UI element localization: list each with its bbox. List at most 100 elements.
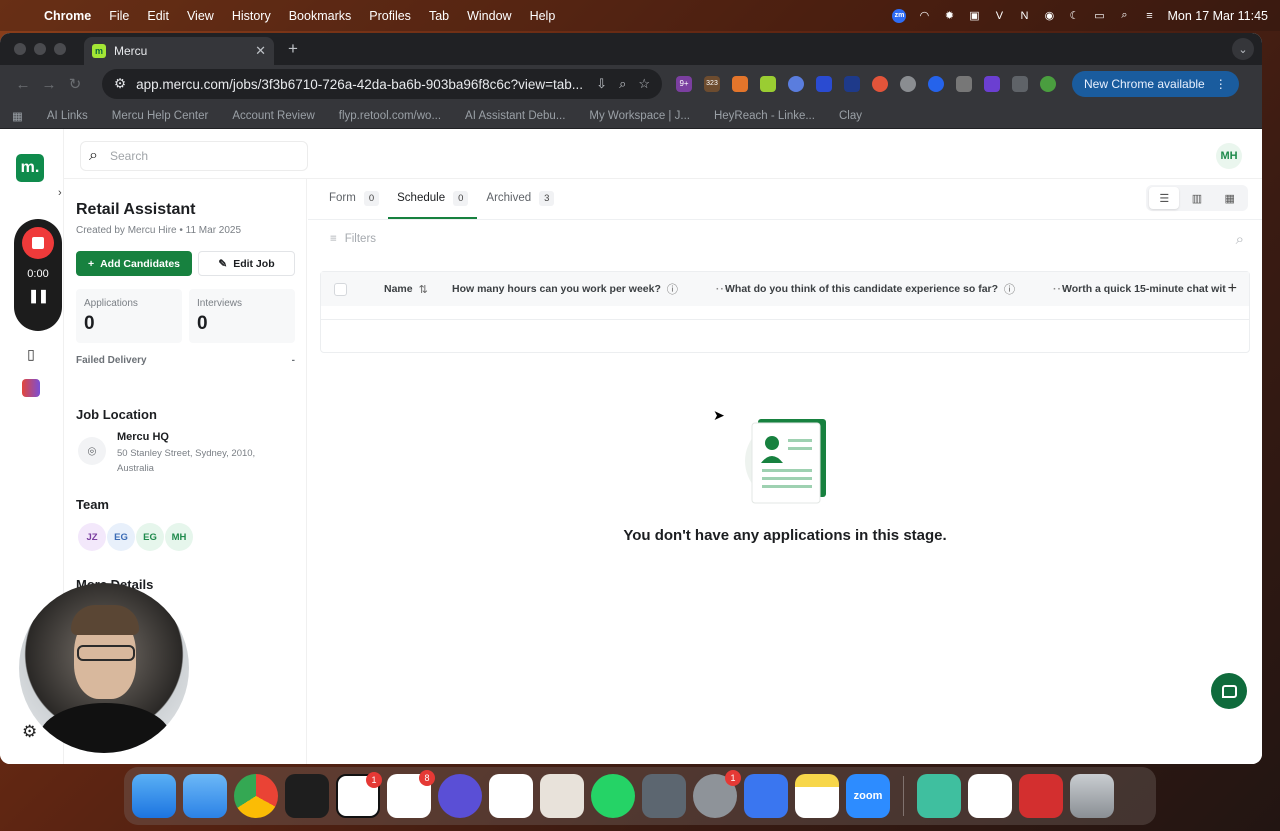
tab-search-button[interactable]: ⌄ [1232, 38, 1254, 60]
arc-status-icon[interactable]: ◠ [917, 9, 931, 23]
tab-schedule[interactable]: Schedule 0 [388, 179, 478, 219]
system-settings-icon[interactable]: 1 [693, 770, 741, 818]
bookmark-star-icon[interactable]: ☆ [638, 76, 650, 92]
url-text[interactable]: app.mercu.com/jobs/3f3b6710-726a-42da-ba… [136, 77, 584, 92]
site-info-icon[interactable]: ⚙ [114, 76, 126, 92]
extension-icon[interactable] [760, 76, 776, 92]
bookmark-item[interactable]: Clay [839, 110, 862, 122]
pause-recording-icon[interactable]: ❚❚ [28, 288, 49, 304]
profile-avatar[interactable] [1040, 76, 1056, 92]
screen-studio-icon[interactable] [642, 774, 686, 818]
extension-icon[interactable] [928, 76, 944, 92]
browser-tab[interactable]: m Mercu ✕ [84, 37, 274, 65]
menu-view[interactable]: View [187, 9, 214, 23]
reload-button[interactable]: ↻ [62, 75, 88, 93]
battery-icon[interactable]: ▭ [1092, 9, 1106, 23]
extension-icon[interactable] [956, 76, 972, 92]
info-icon[interactable]: ⓘ [1004, 281, 1015, 297]
col-experience-header[interactable]: What do you think of this candidate expe… [725, 281, 1066, 297]
app-integration-icon[interactable] [22, 379, 40, 397]
vscode-icon[interactable] [489, 774, 533, 818]
whatsapp-icon[interactable] [591, 774, 635, 818]
bookmark-item[interactable]: Account Review [232, 110, 314, 122]
col-chat-header[interactable]: Worth a quick 15-minute chat witl [1062, 283, 1226, 295]
install-app-icon[interactable]: ⇩ [596, 76, 607, 92]
board-view-icon[interactable]: ▥ [1182, 187, 1212, 209]
extension-icon[interactable] [788, 76, 804, 92]
minimize-window-button[interactable] [34, 43, 46, 55]
add-candidates-button[interactable]: + Add Candidates [76, 251, 192, 276]
finder-icon[interactable] [132, 774, 176, 818]
add-column-icon[interactable]: + [1228, 280, 1237, 298]
mercu-logo[interactable]: m. [16, 154, 44, 182]
global-search[interactable]: ⌕ Search [80, 141, 308, 171]
bookmark-item[interactable]: flyp.retool.com/wo... [339, 110, 441, 122]
menubar-clock[interactable]: Mon 17 Mar 11:45 [1167, 9, 1268, 23]
extension-icon[interactable] [844, 76, 860, 92]
list-view-icon[interactable]: ☰ [1149, 187, 1180, 209]
forward-button[interactable]: → [36, 76, 62, 93]
tab-form[interactable]: Form 0 [320, 179, 388, 219]
bookmark-item[interactable]: Mercu Help Center [112, 110, 209, 122]
close-window-button[interactable] [14, 43, 26, 55]
menu-history[interactable]: History [232, 9, 271, 23]
puzzle-extensions-icon[interactable] [1012, 76, 1028, 92]
menu-chrome[interactable]: Chrome [44, 9, 91, 23]
info-icon[interactable]: ⓘ [667, 281, 678, 297]
figma-icon[interactable] [285, 774, 329, 818]
trash-icon[interactable] [1070, 774, 1114, 818]
brightness-icon[interactable]: ✹ [942, 9, 956, 23]
select-all-checkbox[interactable] [334, 282, 347, 296]
notes-icon[interactable] [795, 774, 839, 818]
edit-job-button[interactable]: ✎ Edit Job [198, 251, 295, 276]
acrobat-icon[interactable] [1019, 774, 1063, 818]
bookmark-item[interactable]: AI Links [47, 110, 88, 122]
notion-status-icon[interactable]: N [1017, 9, 1031, 23]
new-chrome-available-button[interactable]: New Chrome available ⋮ [1072, 71, 1239, 97]
signal-icon[interactable] [744, 774, 788, 818]
bookmark-item[interactable]: HeyReach - Linke... [714, 110, 815, 122]
moon-icon[interactable]: ☾ [1067, 9, 1081, 23]
bookmark-item[interactable]: AI Assistant Debu... [465, 110, 565, 122]
vectorize-status-icon[interactable]: V [992, 9, 1006, 23]
zoom-app-icon[interactable]: zoom [846, 774, 890, 818]
calendar-view-icon[interactable]: ▦ [1215, 187, 1245, 209]
address-bar[interactable]: ⚙ app.mercu.com/jobs/3f3b6710-726a-42da-… [102, 69, 662, 99]
menu-help[interactable]: Help [530, 9, 556, 23]
col-name-header[interactable]: Name ⇅ [384, 283, 452, 296]
slack-icon[interactable]: 8 [387, 770, 435, 818]
mail-icon[interactable] [183, 774, 227, 818]
menu-profiles[interactable]: Profiles [369, 9, 411, 23]
recorder-settings-icon[interactable]: ⚙ [22, 722, 37, 742]
menu-tab[interactable]: Tab [429, 9, 449, 23]
support-chat-button[interactable] [1211, 673, 1247, 709]
menu-bookmarks[interactable]: Bookmarks [289, 9, 352, 23]
extension-icon[interactable] [900, 76, 916, 92]
table-search-icon[interactable]: ⌕ [1236, 231, 1244, 248]
zoom-window-button[interactable] [54, 43, 66, 55]
menu-window[interactable]: Window [467, 9, 511, 23]
back-button[interactable]: ← [10, 76, 36, 93]
control-center-icon[interactable]: ≡ [1142, 9, 1156, 23]
altair-icon[interactable] [968, 774, 1012, 818]
close-tab-icon[interactable]: ✕ [255, 43, 266, 59]
col-hours-header[interactable]: How many hours can you work per week? ⓘ … [452, 281, 728, 297]
apps-grid-icon[interactable]: ▦ [12, 109, 23, 123]
chrome-icon[interactable] [234, 774, 278, 818]
zoom-icon[interactable]: ⌕ [619, 76, 626, 92]
extension-icon[interactable]: 323 [704, 76, 720, 92]
webcam-overlay[interactable] [19, 583, 189, 753]
extension-icon[interactable]: 9+ [676, 76, 692, 92]
extension-icon[interactable] [732, 76, 748, 92]
bookmark-item[interactable]: My Workspace | J... [589, 110, 690, 122]
notion-icon[interactable]: 1 [336, 772, 382, 818]
perplexity-icon[interactable] [438, 774, 482, 818]
document-icon[interactable]: ▯ [22, 345, 40, 363]
zoom-status-icon[interactable]: zm [892, 8, 907, 23]
stop-recording-button[interactable] [22, 227, 54, 259]
sort-icon[interactable]: ⇅ [419, 283, 428, 296]
extension-icon[interactable] [872, 76, 888, 92]
more-menu-icon[interactable]: ⋮ [1215, 77, 1227, 91]
arc-app-icon[interactable] [917, 774, 961, 818]
expand-sidebar-icon[interactable]: › [58, 187, 62, 199]
